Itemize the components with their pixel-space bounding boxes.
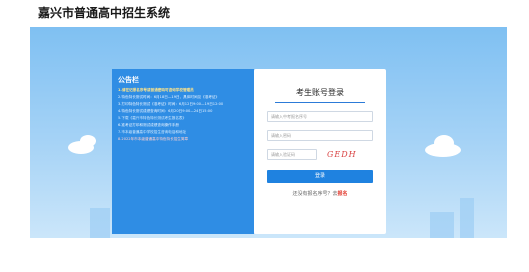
notice-title: 公告栏 [118, 76, 139, 84]
password-input[interactable]: 请输入密码 [267, 130, 373, 141]
login-button[interactable]: 登录 [267, 170, 373, 183]
notice-item[interactable]: 1.请在记报名序号或普通密码可咨询学校管理员 [118, 88, 248, 93]
register-prompt-text: 还没有报名序号？去 [292, 191, 338, 197]
cloud-right-decoration-2 [434, 135, 454, 151]
notice-board: 公告栏 1.请在记报名序号或普通密码可咨询学校管理员 2.特色特长测试时间：6月… [112, 69, 254, 234]
notice-item[interactable]: 4.特色特长测试成绩查询时间：6月20日9:00—24日15:00 [118, 109, 248, 114]
building-decoration [430, 212, 454, 238]
building-decoration [460, 198, 474, 238]
site-title: 嘉兴市普通高中招生系统 [38, 6, 171, 20]
register-prompt: 还没有报名序号？去报名 [267, 190, 373, 197]
notice-item[interactable]: 7.市本级普通高中学校招生咨询电话和地址 [118, 130, 248, 135]
login-panel: 考生账号登录 请输入中考报名序号 请输入密码 请输入验证码 GEDH 登录 还没… [254, 69, 386, 234]
exam-number-input[interactable]: 请输入中考报名序号 [267, 111, 373, 122]
captcha-image[interactable]: GEDH [327, 150, 357, 159]
notice-item[interactable]: 3.打印特色特长测试《准考证》时间：6月12日9:00—19日12:00 [118, 102, 248, 107]
notice-item[interactable]: 5.下载《嘉兴市特色特长测试考生报名表》 [118, 116, 248, 121]
register-link[interactable]: 报名 [338, 191, 348, 197]
building-decoration [90, 208, 110, 238]
notice-item[interactable]: 8.2022年市本级普通高中特色特长招生简章 [118, 137, 248, 142]
notice-item[interactable]: 2.特色特长测试时间：6月18日—19日，具体时间见《准考证》 [118, 95, 248, 100]
notice-item[interactable]: 6.准考证打印和测试成绩查询操作手册 [118, 123, 248, 128]
captcha-input[interactable]: 请输入验证码 [267, 149, 317, 160]
login-title: 考生账号登录 [275, 87, 365, 103]
captcha-row: 请输入验证码 GEDH [267, 149, 373, 160]
cloud-left-decoration-2 [80, 135, 96, 147]
